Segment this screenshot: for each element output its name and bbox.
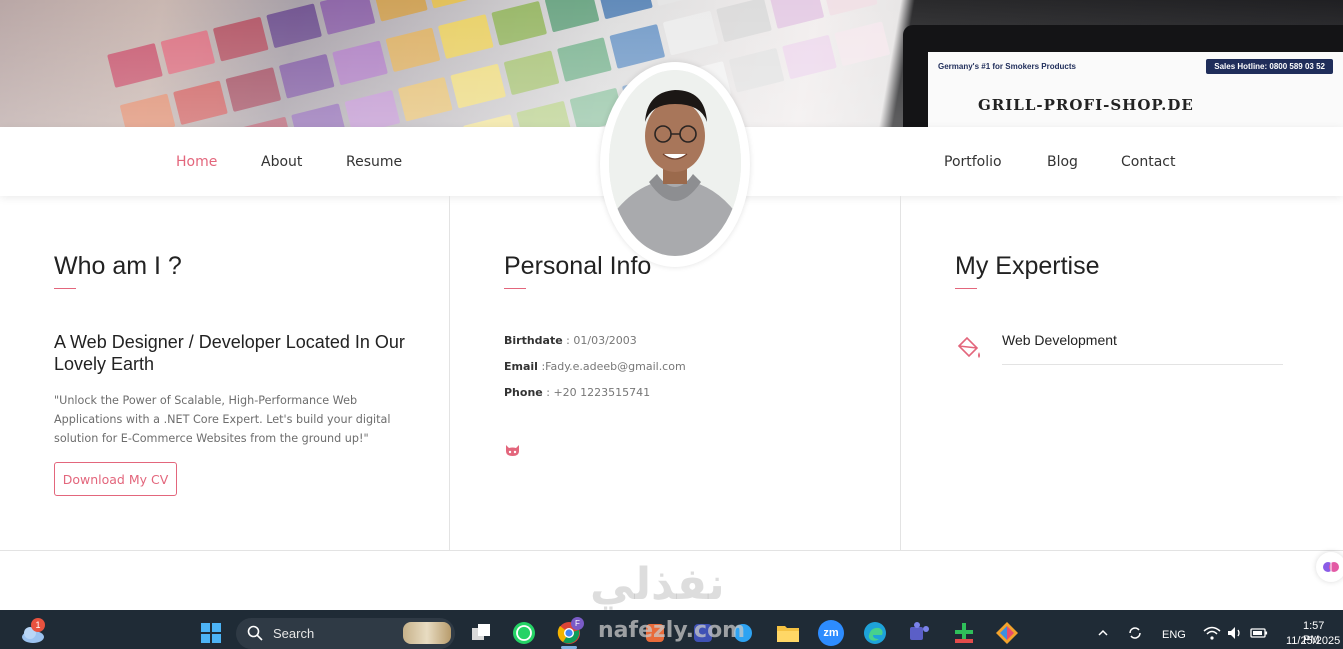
nav-about[interactable]: About	[261, 152, 302, 172]
expertise-item-web-development: Web Development	[1002, 332, 1117, 348]
email-label: Email	[504, 360, 538, 373]
watermark-latin: nafezly.com	[598, 618, 746, 643]
about-title: Who am I ?	[54, 252, 182, 280]
email-value: :Fady.e.adeeb@gmail.com	[537, 360, 686, 373]
birthdate-value: : 01/03/2003	[562, 334, 637, 347]
teams-icon[interactable]	[906, 620, 932, 646]
expertise-divider	[1002, 364, 1283, 365]
chevron-up-icon[interactable]	[1092, 620, 1114, 646]
brain-extension-icon[interactable]	[1316, 552, 1343, 582]
phone-row: Phone : +20 1223515741	[504, 385, 650, 401]
about-subtitle: A Web Designer / Developer Located In Ou…	[54, 332, 405, 374]
birthdate-label: Birthdate	[504, 334, 563, 347]
chrome-profile-badge: F	[571, 617, 584, 630]
paint-bucket-icon	[955, 334, 983, 362]
birthdate-row: Birthdate : 01/03/2003	[504, 333, 637, 349]
phone-value: : +20 1223515741	[542, 386, 651, 399]
github-icon[interactable]	[504, 442, 521, 459]
screen-hotline: Sales Hotline: 0800 589 03 52	[1206, 58, 1333, 74]
screen-tagline: Germany's #1 for Smokers Products	[938, 61, 1076, 71]
expertise-title: My Expertise	[955, 252, 1100, 280]
search-label: Search	[273, 626, 315, 641]
title-underline	[54, 288, 76, 289]
weather-badge: 1	[31, 618, 45, 632]
edge-icon[interactable]	[862, 620, 888, 646]
avatar	[609, 70, 741, 256]
search-icon	[244, 622, 266, 644]
column-divider	[900, 196, 901, 550]
clock-time[interactable]: 1:57 PM	[1303, 619, 1343, 646]
clock-date[interactable]: 11/25/2025	[1286, 634, 1340, 648]
title-underline	[955, 288, 977, 289]
file-explorer-icon[interactable]	[775, 620, 801, 646]
section-bottom-border	[0, 550, 1343, 551]
nav-resume[interactable]: Resume	[346, 152, 402, 172]
about-quote: "Unlock the Power of Scalable, High-Perf…	[54, 394, 391, 445]
nav-blog[interactable]: Blog	[1047, 152, 1078, 172]
monitor-screen: Germany's #1 for Smokers Products Sales …	[928, 52, 1343, 127]
search-highlight-image	[403, 622, 451, 644]
whatsapp-icon[interactable]	[511, 620, 537, 646]
screen-logo: GRILL-PROFI-SHOP.DE	[978, 96, 1194, 114]
nav-home[interactable]: Home	[176, 152, 217, 172]
volume-icon[interactable]	[1225, 620, 1245, 646]
language-indicator[interactable]: ENG	[1162, 628, 1186, 642]
title-underline	[504, 288, 526, 289]
column-divider	[449, 196, 450, 550]
watermark-arabic: نفذلي	[590, 559, 725, 610]
git-app-icon[interactable]	[994, 620, 1020, 646]
personal-info-title: Personal Info	[504, 252, 652, 280]
windows-start-icon[interactable]	[198, 620, 224, 646]
sync-icon[interactable]	[1124, 620, 1146, 646]
wifi-icon[interactable]	[1201, 620, 1223, 646]
task-view-icon[interactable]	[468, 620, 494, 646]
calculator-icon[interactable]	[951, 620, 977, 646]
phone-label: Phone	[504, 386, 543, 399]
zoom-icon[interactable]: zm	[818, 620, 844, 646]
email-row: Email :Fady.e.adeeb@gmail.com	[504, 359, 686, 375]
nav-portfolio[interactable]: Portfolio	[944, 152, 1002, 172]
download-cv-button[interactable]: Download My CV	[54, 462, 177, 496]
battery-icon[interactable]	[1248, 620, 1270, 646]
avatar-portrait	[609, 70, 741, 256]
nav-contact[interactable]: Contact	[1121, 152, 1175, 172]
